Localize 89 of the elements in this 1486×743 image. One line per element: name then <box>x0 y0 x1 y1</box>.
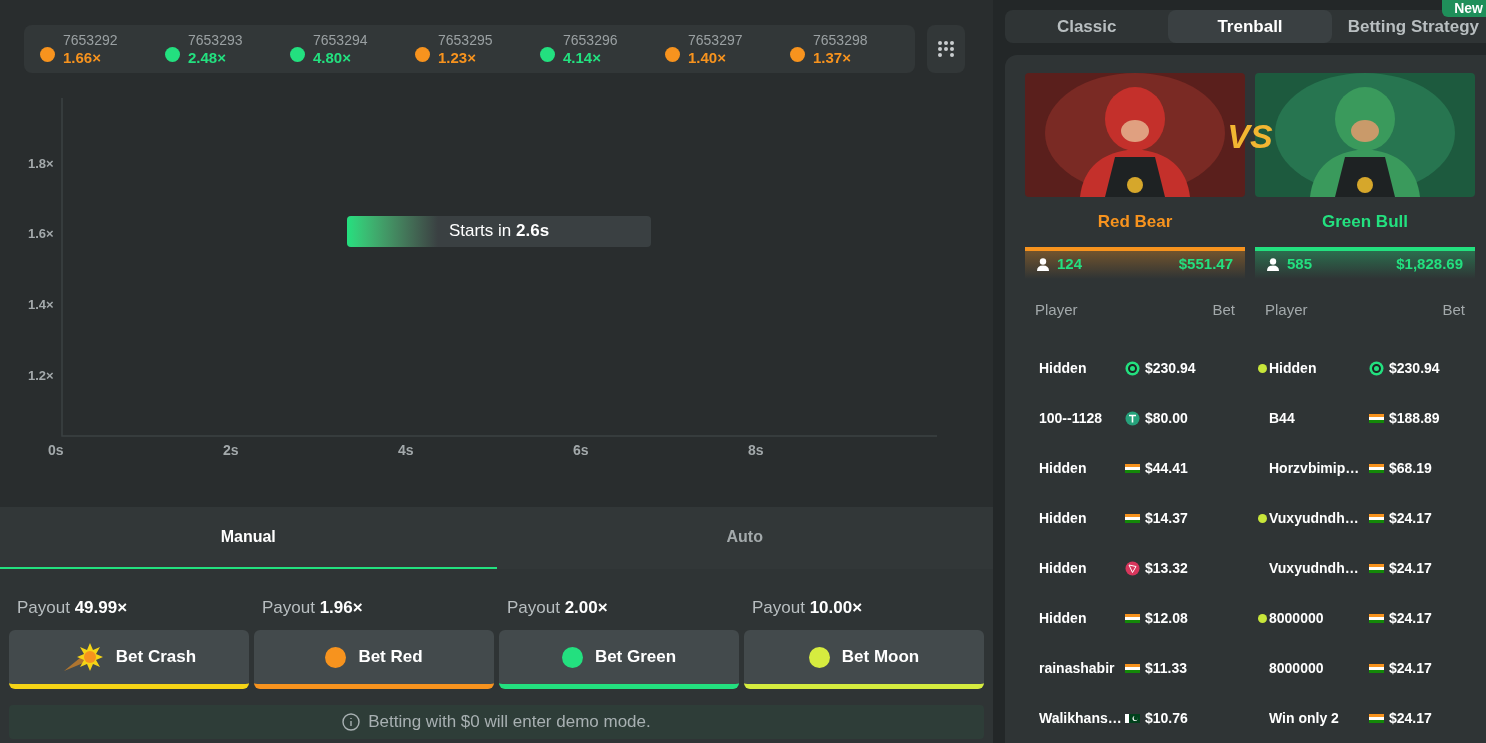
multiplier: 1.23× <box>438 49 477 65</box>
multiplier: 4.80× <box>313 49 352 65</box>
bet-amount: $13.32 <box>1145 558 1188 578</box>
axis-label: 1.6× <box>28 224 54 243</box>
bet-amount: $10.76 <box>1145 708 1188 728</box>
payout-label: Payout 1.96× <box>261 596 364 619</box>
bet-amount: $14.37 <box>1145 508 1188 528</box>
bet-amount: $24.17 <box>1389 658 1432 678</box>
player-name: 100--1128 <box>1038 408 1104 428</box>
player-name: Hidden <box>1038 608 1088 628</box>
player-name: Horzvbimip… <box>1269 458 1361 478</box>
bet-amount: $24.17 <box>1389 708 1432 728</box>
mode-tab[interactable]: Classic <box>1005 10 1169 43</box>
multiplier: 1.37× <box>813 49 852 65</box>
round-id: 7653298 <box>813 32 868 47</box>
player-name: Hidden <box>1038 458 1088 478</box>
bet-amount: $24.17 <box>1389 508 1432 528</box>
coin-icon <box>1125 360 1140 376</box>
axis-label: 8s <box>748 440 764 460</box>
round-id: 7653293 <box>188 32 243 47</box>
multiplier: 2.48× <box>188 49 227 65</box>
player-name: Hidden <box>1038 558 1088 578</box>
player-name: 8000000 <box>1269 658 1325 678</box>
countdown-text: Starts in 2.6s <box>448 220 550 243</box>
axis-label: 4s <box>398 440 414 460</box>
user-icon <box>1267 258 1279 271</box>
player-name: Vuxyudndh… <box>1269 558 1360 578</box>
round-id: 7653296 <box>563 32 618 47</box>
axis-label: 1.2× <box>28 366 54 385</box>
bet-amount: $80.00 <box>1145 408 1188 428</box>
user-icon <box>1037 258 1049 271</box>
multiplier: 1.40× <box>688 49 727 65</box>
grid-icon <box>937 39 955 58</box>
coin-icon <box>1125 560 1140 576</box>
axis-label: 1.8× <box>28 154 54 173</box>
player-count: 585 <box>1287 254 1314 275</box>
axis-label: 1.4× <box>28 295 54 314</box>
round-id: 7653297 <box>688 32 743 47</box>
bet-amount: $230.94 <box>1145 358 1196 378</box>
player-name: rainashabir <box>1038 658 1116 678</box>
player-name: Walikhans… <box>1038 708 1123 728</box>
bet-amount: $68.19 <box>1389 458 1432 478</box>
new-badge: New <box>1442 0 1486 17</box>
payout-label: Payout 10.00× <box>751 596 864 619</box>
bet-total: $551.47 <box>1178 254 1233 275</box>
multiplier: 1.66× <box>63 49 102 65</box>
payout-label: Payout 2.00× <box>506 596 609 619</box>
notice-text: Betting with $0 will enter demo mode. <box>368 711 651 734</box>
player-name: B44 <box>1269 408 1296 428</box>
axis-label: 2s <box>223 440 239 460</box>
mode-tab[interactable]: Auto <box>496 506 993 569</box>
axis-label: 0s <box>48 440 64 460</box>
bet-button[interactable]: Bet Moon <box>744 630 984 689</box>
player-name: Hidden <box>1269 358 1318 378</box>
bet-amount: $11.33 <box>1145 658 1188 678</box>
grid-menu-button[interactable] <box>927 24 965 73</box>
bet-button[interactable]: Bet Red <box>254 630 494 689</box>
column-header: Bet <box>1442 299 1465 320</box>
player-name: Hidden <box>1038 508 1088 528</box>
team-name: Green Bull <box>1321 211 1409 233</box>
player-name: 8000000 <box>1269 608 1325 628</box>
round-id: 7653295 <box>438 32 493 47</box>
player-name: Hidden <box>1038 358 1088 378</box>
bet-button[interactable]: Bet Crash <box>9 630 249 689</box>
coin-icon <box>1125 410 1140 426</box>
info-icon <box>342 713 361 731</box>
column-header: Player <box>1035 299 1078 320</box>
mode-tab[interactable]: Trenball <box>1168 10 1332 43</box>
column-header: Bet <box>1212 299 1235 320</box>
bet-amount: $230.94 <box>1389 358 1440 378</box>
payout-label: Payout 49.99× <box>16 596 129 619</box>
vs-text: VS <box>1227 116 1273 157</box>
bet-amount: $24.17 <box>1389 608 1432 628</box>
coin-icon <box>1369 360 1384 376</box>
team-name: Red Bear <box>1096 211 1174 233</box>
round-id: 7653294 <box>313 32 368 47</box>
bet-total: $1,828.69 <box>1396 254 1463 275</box>
multiplier: 4.14× <box>563 49 602 65</box>
column-header: Player <box>1265 299 1308 320</box>
bet-amount: $12.08 <box>1145 608 1188 628</box>
player-name: Win only 2 <box>1269 708 1340 728</box>
bet-button[interactable]: Bet Green <box>499 630 739 689</box>
player-name: Vuxyudndh… <box>1269 508 1360 528</box>
bet-amount: $24.17 <box>1389 558 1432 578</box>
round-id: 7653292 <box>63 32 118 47</box>
bet-amount: $188.89 <box>1389 408 1440 428</box>
bet-amount: $44.41 <box>1145 458 1188 478</box>
axis-label: 6s <box>573 440 589 460</box>
player-count: 124 <box>1057 254 1084 275</box>
